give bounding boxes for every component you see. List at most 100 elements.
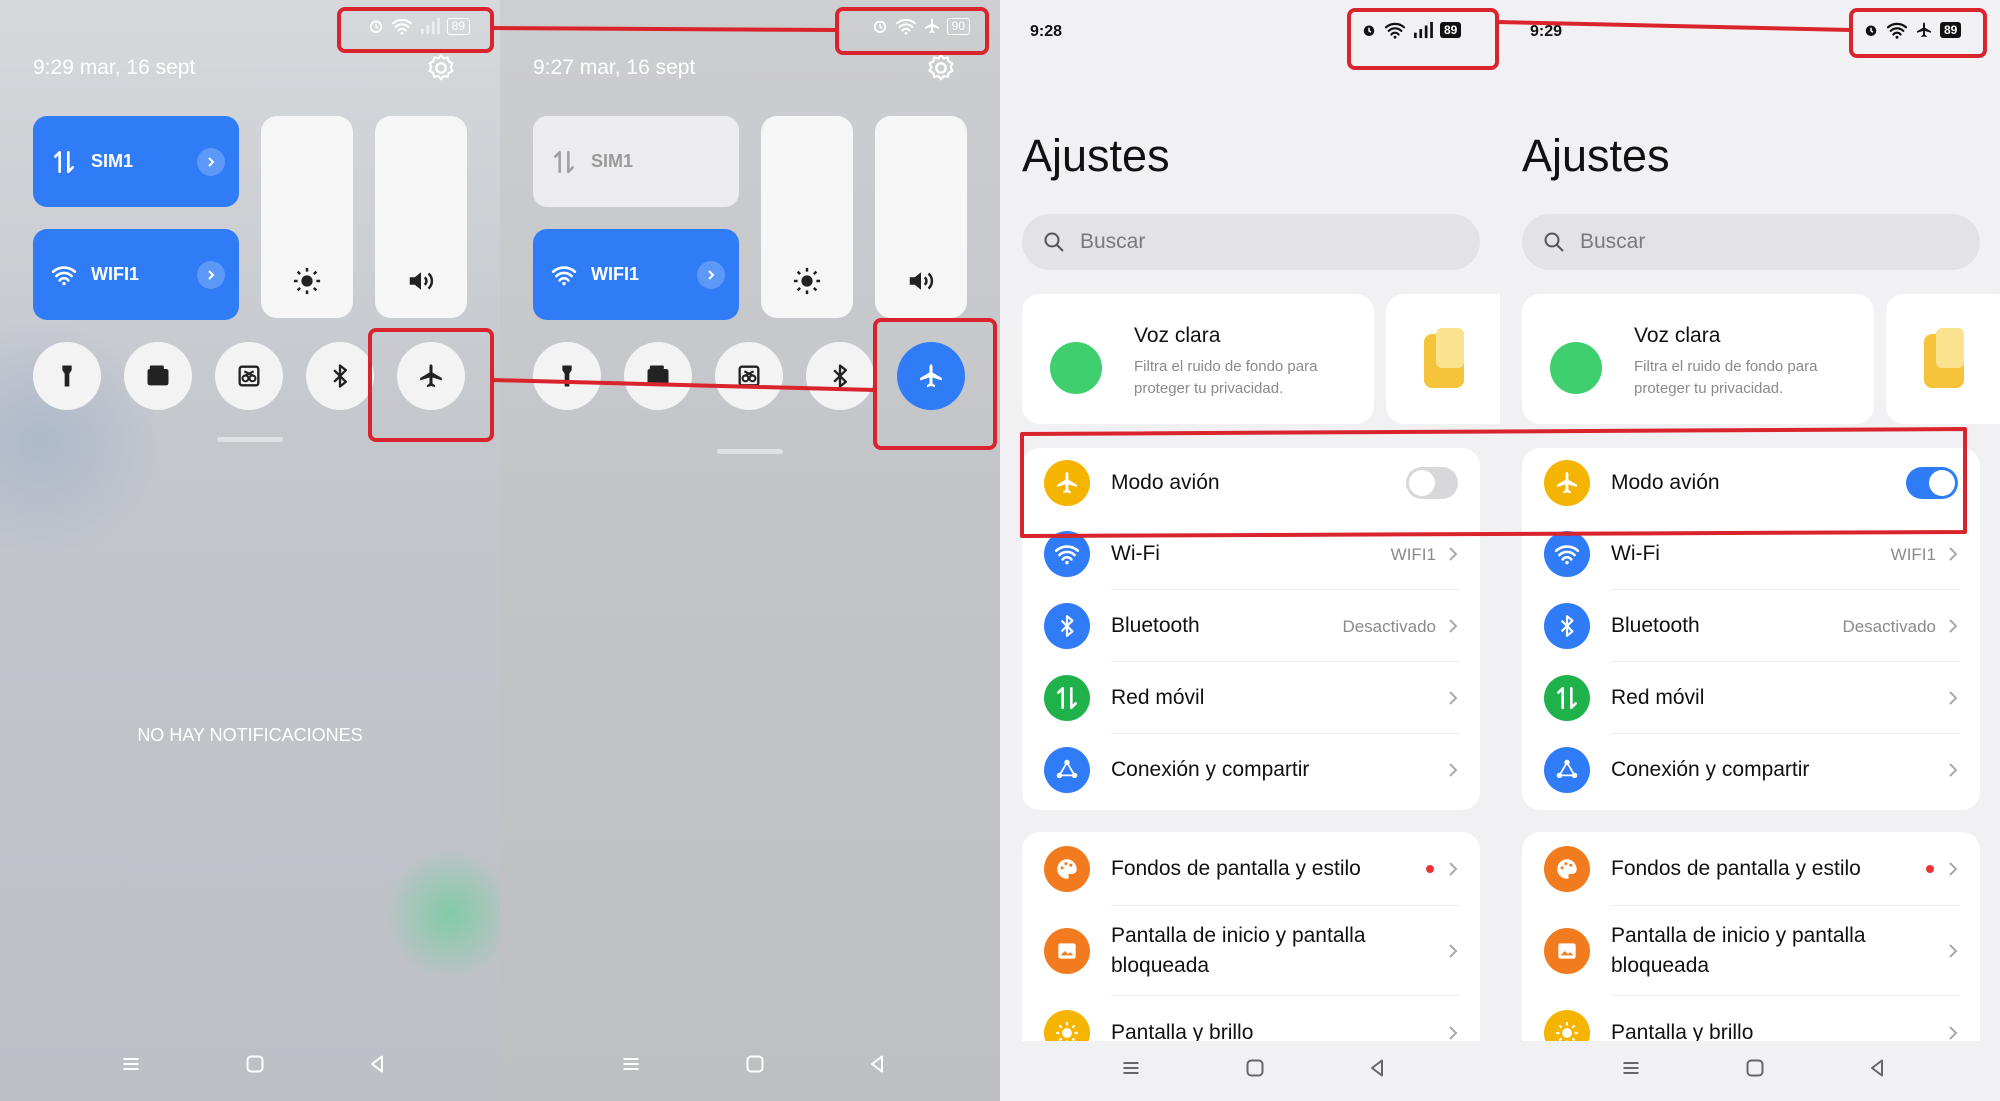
- volume-slider[interactable]: [375, 116, 467, 318]
- menu-icon[interactable]: [616, 1049, 646, 1079]
- back-icon[interactable]: [1862, 1053, 1892, 1083]
- airplane-mode-button[interactable]: [897, 342, 965, 410]
- list-item-airplane-mode[interactable]: Modo avión: [1522, 448, 1980, 518]
- screenshot-button[interactable]: [215, 342, 283, 410]
- promo-card[interactable]: Voz clara Filtra el ruido de fondo para …: [1522, 294, 1874, 424]
- brightness-slider[interactable]: [761, 116, 853, 318]
- item-label: Fondos de pantalla y estilo: [1611, 857, 1861, 880]
- menu-icon[interactable]: [116, 1049, 146, 1079]
- promo-card-secondary[interactable]: [1386, 294, 1500, 424]
- chevron-right-icon[interactable]: [197, 147, 225, 176]
- screenshot-button[interactable]: [715, 342, 783, 410]
- promo-card[interactable]: Voz clara Filtra el ruido de fondo para …: [1022, 294, 1374, 424]
- bluetooth-icon: [1044, 603, 1090, 649]
- connectivity-list: Modo avión Wi-Fi WIFI1 Bluetooth Desacti…: [1022, 448, 1480, 810]
- brightness-slider[interactable]: [261, 116, 353, 318]
- promo-card-secondary[interactable]: [1886, 294, 2000, 424]
- airplane-mode-button[interactable]: [397, 342, 465, 410]
- list-item-connection-sharing[interactable]: Conexión y compartir: [1022, 734, 1480, 806]
- list-item-mobile-network[interactable]: Red móvil: [1522, 662, 1980, 734]
- wallet-icon: [147, 365, 169, 386]
- wifi-tile[interactable]: WIFI1: [33, 229, 239, 320]
- home-icon[interactable]: [740, 1049, 770, 1079]
- back-icon[interactable]: [862, 1049, 892, 1079]
- airplane-icon: [1544, 460, 1590, 506]
- note-icon-back: [1436, 328, 1464, 368]
- settings-after: 9:29 89 Ajustes Buscar Voz clara Filtra …: [1500, 0, 2000, 1101]
- item-label: Fondos de pantalla y estilo: [1111, 857, 1361, 880]
- item-label: Pantalla de inicio y pantalla bloqueada: [1111, 924, 1366, 977]
- item-label: Pantalla de inicio y pantalla bloqueada: [1611, 924, 1866, 977]
- share-icon: [1544, 747, 1590, 793]
- list-item-wifi[interactable]: Wi-Fi WIFI1: [1522, 518, 1980, 590]
- search-input[interactable]: Buscar: [1522, 214, 1980, 270]
- search-input[interactable]: Buscar: [1022, 214, 1480, 270]
- sim1-tile[interactable]: SIM1: [533, 116, 739, 207]
- gear-icon[interactable]: [925, 52, 957, 84]
- date: mar, 16 sept: [579, 56, 696, 79]
- list-item-airplane-mode[interactable]: Modo avión: [1022, 448, 1480, 518]
- chevron-right-icon[interactable]: [197, 260, 225, 289]
- volume-icon: [909, 272, 934, 290]
- screenshot-icon: [738, 365, 760, 387]
- volume-slider[interactable]: [875, 116, 967, 318]
- item-label: Wi-Fi: [1111, 542, 1160, 565]
- drag-handle[interactable]: [217, 437, 283, 442]
- list-item-home-lock-screen[interactable]: Pantalla de inicio y pantalla bloqueada: [1522, 906, 1980, 996]
- drag-handle[interactable]: [717, 449, 783, 454]
- back-icon[interactable]: [1362, 1053, 1392, 1083]
- airplane-mode-toggle[interactable]: [1406, 467, 1458, 499]
- image-icon: [1044, 928, 1090, 974]
- flashlight-button[interactable]: [33, 342, 101, 410]
- item-label: Bluetooth: [1111, 614, 1200, 637]
- wallet-icon: [647, 365, 669, 386]
- promo-subtitle: Filtra el ruido de fondo para proteger t…: [1634, 358, 1818, 397]
- list-item-bluetooth[interactable]: Bluetooth Desactivado: [1522, 590, 1980, 662]
- list-item-home-lock-screen[interactable]: Pantalla de inicio y pantalla bloqueada: [1022, 906, 1480, 996]
- signal-icon: [420, 17, 440, 35]
- search-icon: [1044, 232, 1064, 252]
- voice-icon: [1550, 342, 1602, 394]
- item-label: Modo avión: [1111, 471, 1220, 494]
- search-placeholder: Buscar: [1580, 230, 1646, 253]
- item-label: Conexión y compartir: [1111, 758, 1310, 781]
- home-icon[interactable]: [240, 1049, 270, 1079]
- home-icon[interactable]: [1240, 1053, 1270, 1083]
- home-icon[interactable]: [1740, 1053, 1770, 1083]
- clock: 9:29: [33, 56, 74, 79]
- list-item-wallpaper-style[interactable]: Fondos de pantalla y estilo: [1022, 832, 1480, 906]
- voice-icon: [1050, 342, 1102, 394]
- wifi-tile[interactable]: WIFI1: [533, 229, 739, 320]
- wifi-icon: [1044, 531, 1090, 577]
- bluetooth-button[interactable]: [306, 342, 374, 410]
- battery-level: 89: [446, 17, 470, 35]
- wallet-button[interactable]: [624, 342, 692, 410]
- wallet-button[interactable]: [124, 342, 192, 410]
- sim1-tile[interactable]: SIM1: [33, 116, 239, 207]
- flashlight-button[interactable]: [533, 342, 601, 410]
- menu-icon[interactable]: [1616, 1053, 1646, 1083]
- status-bar: 89: [367, 17, 470, 35]
- wifi-icon: [1384, 22, 1406, 39]
- menu-icon[interactable]: [1116, 1053, 1146, 1083]
- airplane-mode-toggle[interactable]: [1906, 467, 1958, 499]
- connectivity-list: Modo avión Wi-Fi WIFI1 Bluetooth Desacti…: [1522, 448, 1980, 810]
- list-item-connection-sharing[interactable]: Conexión y compartir: [1522, 734, 1980, 806]
- bluetooth-button[interactable]: [806, 342, 874, 410]
- back-icon[interactable]: [362, 1049, 392, 1079]
- gear-icon[interactable]: [425, 52, 457, 84]
- mobile-data-icon: [554, 150, 574, 173]
- chevron-right-icon[interactable]: [697, 260, 725, 289]
- list-item-wallpaper-style[interactable]: Fondos de pantalla y estilo: [1522, 832, 1980, 906]
- airplane-icon: [924, 18, 939, 34]
- item-value: Desactivado: [1342, 617, 1436, 636]
- wifi-icon: [1544, 531, 1590, 577]
- screenshot-icon: [238, 365, 260, 387]
- list-item-bluetooth[interactable]: Bluetooth Desactivado: [1022, 590, 1480, 662]
- list-item-mobile-network[interactable]: Red móvil: [1022, 662, 1480, 734]
- item-label: Modo avión: [1611, 471, 1720, 494]
- item-label: Conexión y compartir: [1611, 758, 1810, 781]
- chevron-right-icon: [1949, 1026, 1958, 1040]
- list-item-wifi[interactable]: Wi-Fi WIFI1: [1022, 518, 1480, 590]
- item-value: Desactivado: [1842, 617, 1936, 636]
